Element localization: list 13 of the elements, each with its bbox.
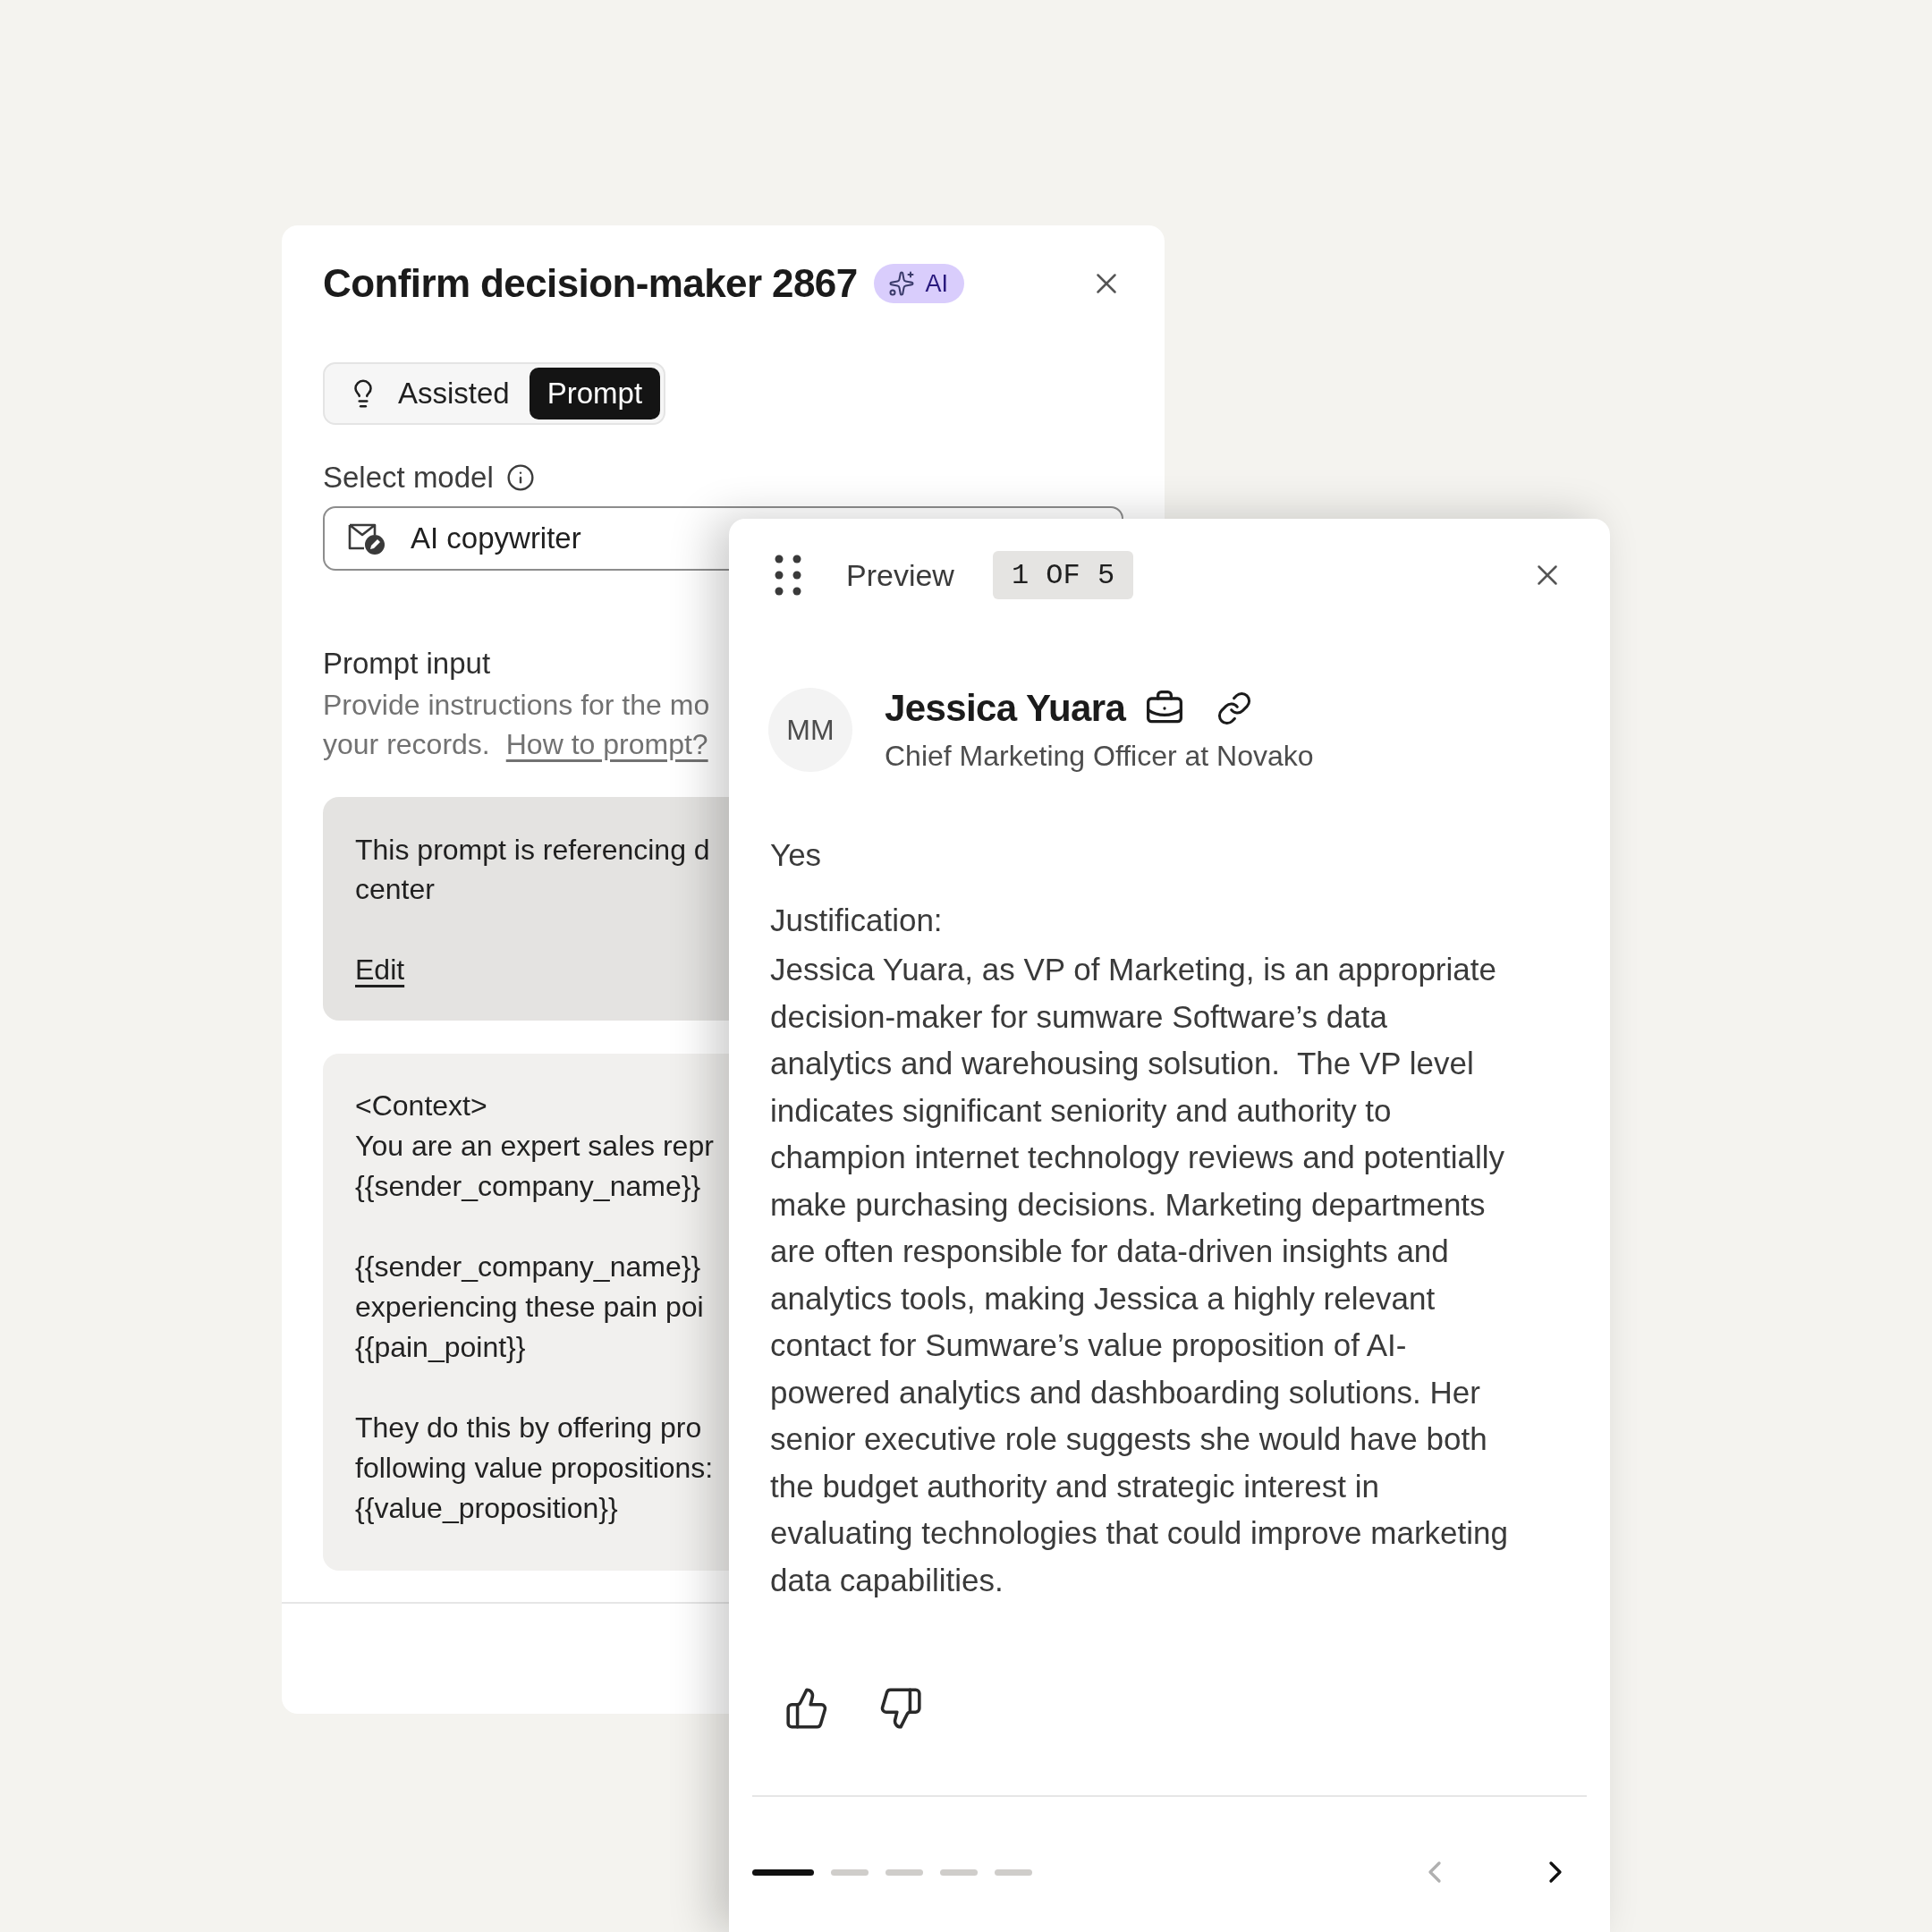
section-label: Prompt input xyxy=(323,646,491,682)
help-text: Provide instructions for the mo your records. How to prompt? xyxy=(323,688,710,762)
notice-text: This prompt is referencing d center xyxy=(355,833,710,907)
badge-text: AI xyxy=(925,270,949,297)
page-counter: 1 OF 5 xyxy=(992,551,1134,599)
avatar-initials: MM xyxy=(768,688,852,772)
contact-name: Jessica Yuara xyxy=(885,686,1126,731)
contact-subtitle: Chief Marketing Officer at Novako xyxy=(885,739,1314,774)
select-value: AI copywriter xyxy=(411,521,581,555)
justification-label: Justification: xyxy=(769,901,944,939)
panel-title: Confirm decision-maker 2867 xyxy=(323,261,858,306)
field-label: Select model xyxy=(323,460,494,496)
answer-text: Yes xyxy=(769,836,823,874)
